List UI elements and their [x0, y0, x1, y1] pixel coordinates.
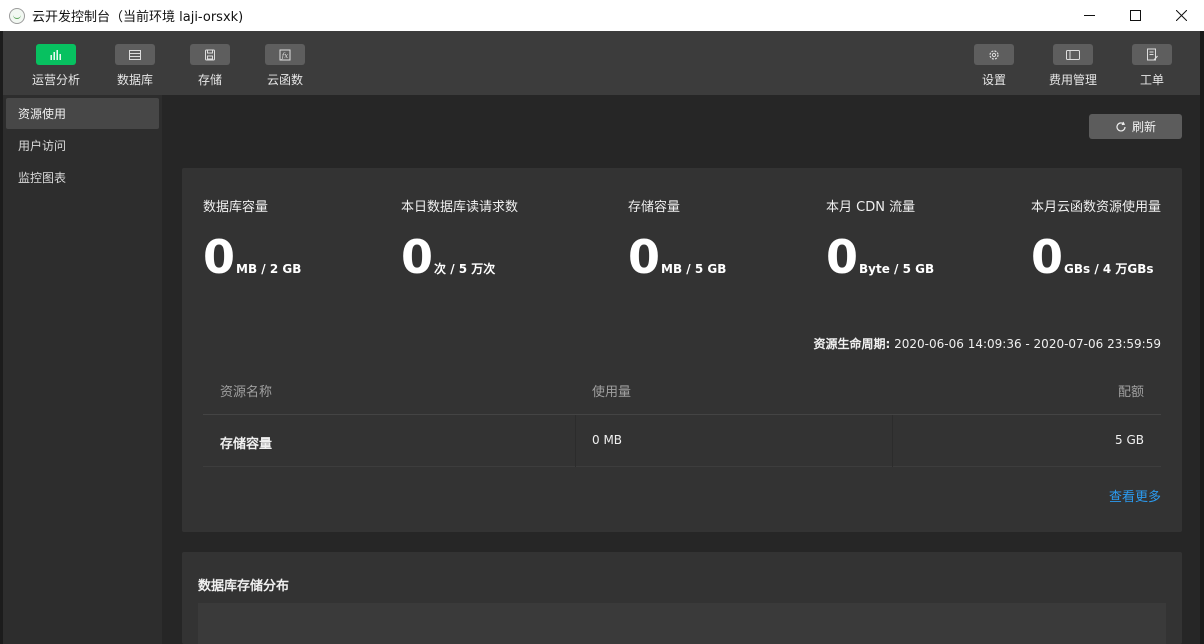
refresh-icon	[1116, 121, 1126, 132]
window-controls	[1066, 0, 1204, 31]
stat-unit: GBs / 4 万GBs	[1064, 262, 1154, 276]
stat-number: 0	[1031, 230, 1064, 284]
toolbar-item-billing[interactable]: 费用管理	[1038, 44, 1108, 88]
stat-number: 0	[203, 230, 236, 284]
sidebar-item-user-access[interactable]: 用户访问	[6, 130, 159, 161]
stat-value: 0 MB / 5 GB	[628, 234, 726, 280]
table-row: 存储容量 0 MB 5 GB	[203, 415, 1161, 467]
gear-icon	[974, 44, 1014, 65]
sidebar-item-label: 资源使用	[18, 107, 67, 121]
resource-table: 资源名称 使用量 配额 存储容量 0 MB 5 GB	[203, 365, 1161, 467]
title-bar: 云开发控制台（当前环境 laji-orsxk)	[0, 0, 1204, 31]
maximize-icon	[1129, 10, 1141, 21]
stat-value: 0 次 / 5 万次	[401, 234, 495, 280]
cell-resource-name: 存储容量	[220, 437, 273, 452]
stat-value: 0 Byte / 5 GB	[826, 234, 934, 280]
cloud-function-icon: fx	[265, 44, 305, 65]
database-icon	[115, 44, 155, 65]
stat-number: 0	[401, 230, 434, 284]
bar-chart-icon	[36, 44, 76, 65]
sidebar-item-label: 用户访问	[18, 139, 67, 153]
stat-value: 0 MB / 2 GB	[203, 234, 301, 280]
toolbar-item-label: 费用管理	[1048, 73, 1097, 87]
toolbar-item-label: 工单	[1139, 73, 1164, 87]
section-title: 数据库存储分布	[198, 579, 290, 594]
column-divider	[575, 415, 576, 467]
stat-unit: MB / 2 GB	[236, 262, 302, 276]
toolbar-item-label: 运营分析	[31, 73, 80, 87]
refresh-button[interactable]: 刷新	[1089, 114, 1182, 139]
main-content: 刷新 数据库容量 0 MB / 2 GB 本日数据库读请求数 0 次 / 5 万…	[162, 95, 1200, 644]
top-toolbar: 运营分析 数据库 存储 fx 云函数 设置 费用管理 工单	[0, 31, 1204, 95]
column-divider	[892, 415, 893, 467]
storage-icon	[190, 44, 230, 65]
column-header-name: 资源名称	[220, 385, 273, 400]
stat-number: 0	[826, 230, 859, 284]
stat-value: 0 GBs / 4 万GBs	[1031, 234, 1154, 280]
lifecycle-value: 2020-06-06 14:09:36 - 2020-07-06 23:59:5…	[894, 337, 1161, 351]
toolbar-item-label: 存储	[197, 73, 222, 87]
close-button[interactable]	[1158, 0, 1204, 31]
column-header-usage: 使用量	[592, 385, 632, 400]
refresh-label: 刷新	[1131, 120, 1156, 134]
toolbar-item-ticket[interactable]: 工单	[1117, 44, 1187, 88]
stat-unit: 次 / 5 万次	[434, 262, 496, 276]
minimize-button[interactable]	[1066, 0, 1112, 31]
toolbar-item-database[interactable]: 数据库	[100, 44, 170, 88]
view-more-link[interactable]: 查看更多	[1109, 486, 1161, 505]
cell-usage: 0 MB	[592, 433, 623, 447]
stat-label: 本日数据库读请求数	[401, 200, 519, 215]
toolbar-item-label: 数据库	[116, 73, 153, 87]
toolbar-item-storage[interactable]: 存储	[175, 44, 245, 88]
distribution-chart-area	[198, 603, 1166, 644]
lifecycle-label: 资源生命周期:	[813, 337, 891, 351]
cell-quota: 5 GB	[1115, 433, 1144, 447]
sidebar-item-resource-usage[interactable]: 资源使用	[6, 98, 159, 129]
ticket-icon	[1132, 44, 1172, 65]
resource-usage-card: 数据库容量 0 MB / 2 GB 本日数据库读请求数 0 次 / 5 万次 存…	[182, 168, 1182, 532]
window-title: 云开发控制台（当前环境 laji-orsxk)	[32, 10, 244, 25]
sidebar-item-label: 监控图表	[18, 171, 67, 185]
toolbar-item-label: 云函数	[266, 73, 303, 87]
stat-number: 0	[628, 230, 661, 284]
toolbar-item-label: 设置	[981, 73, 1006, 87]
window-edge-right	[1200, 31, 1204, 644]
db-storage-distribution-card: 数据库存储分布	[182, 552, 1182, 644]
svg-text:fx: fx	[281, 52, 289, 60]
sidebar: 资源使用 用户访问 监控图表	[3, 95, 162, 644]
sidebar-item-monitor-charts[interactable]: 监控图表	[6, 162, 159, 193]
stat-label: 本月云函数资源使用量	[1031, 200, 1162, 215]
toolbar-item-analytics[interactable]: 运营分析	[21, 44, 91, 88]
maximize-button[interactable]	[1112, 0, 1158, 31]
close-icon	[1175, 10, 1187, 21]
stat-unit: Byte / 5 GB	[859, 262, 935, 276]
table-header: 资源名称 使用量 配额	[203, 365, 1161, 415]
stat-label: 本月 CDN 流量	[826, 200, 916, 215]
stat-unit: MB / 5 GB	[661, 262, 727, 276]
stat-label: 数据库容量	[203, 200, 269, 215]
toolbar-item-settings[interactable]: 设置	[959, 44, 1029, 88]
app-logo-icon	[9, 7, 25, 24]
stat-label: 存储容量	[628, 200, 681, 215]
resource-lifecycle: 资源生命周期: 2020-06-06 14:09:36 - 2020-07-06…	[814, 335, 1162, 352]
column-header-quota: 配额	[1117, 385, 1144, 400]
billing-icon	[1053, 44, 1093, 65]
toolbar-item-cloud-function[interactable]: fx 云函数	[250, 44, 320, 88]
minimize-icon	[1083, 15, 1095, 16]
